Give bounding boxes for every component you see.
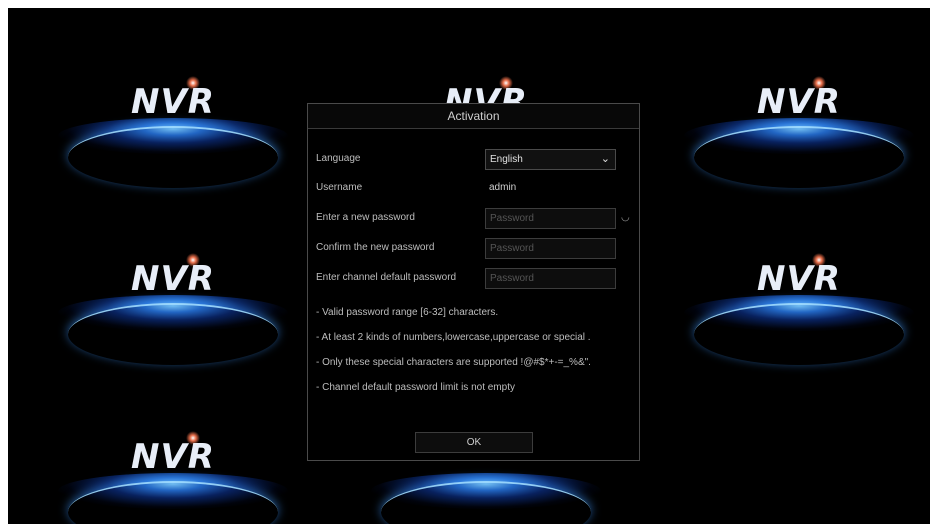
eye-icon[interactable]: ◡ xyxy=(621,212,630,223)
username-value: admin xyxy=(489,182,517,193)
nvr-logo: NVR xyxy=(58,76,288,166)
nvr-logo: NVR xyxy=(58,253,288,343)
channel-password-label: Enter channel default password xyxy=(316,272,457,283)
hint-password-length: - Valid password range [6-32] characters… xyxy=(316,307,499,318)
hint-channel-password: - Channel default password limit is not … xyxy=(316,382,515,393)
new-password-input[interactable] xyxy=(485,208,616,229)
language-label: Language xyxy=(316,153,361,164)
new-password-label: Enter a new password xyxy=(316,212,415,223)
hint-special-characters: - Only these special characters are supp… xyxy=(316,357,591,368)
confirm-password-label: Confirm the new password xyxy=(316,242,435,253)
language-select[interactable]: English ⌄ xyxy=(485,149,616,170)
nvr-logo: NVR xyxy=(684,253,914,343)
dialog-title: Activation xyxy=(308,104,639,129)
language-value: English xyxy=(490,154,523,165)
nvr-logo: NVR xyxy=(684,76,914,166)
chevron-down-icon: ⌄ xyxy=(600,153,610,165)
ok-button[interactable]: OK xyxy=(415,432,533,453)
nvr-screen: NVR NVR NVR NVR NVR NVR Activation Langu… xyxy=(8,8,930,524)
activation-dialog: Activation Language English ⌄ Username a… xyxy=(307,103,640,461)
hint-password-complexity: - At least 2 kinds of numbers,lowercase,… xyxy=(316,332,591,343)
channel-password-input[interactable] xyxy=(485,268,616,289)
confirm-password-input[interactable] xyxy=(485,238,616,259)
nvr-logo: NVR xyxy=(58,431,288,521)
username-label: Username xyxy=(316,182,363,193)
